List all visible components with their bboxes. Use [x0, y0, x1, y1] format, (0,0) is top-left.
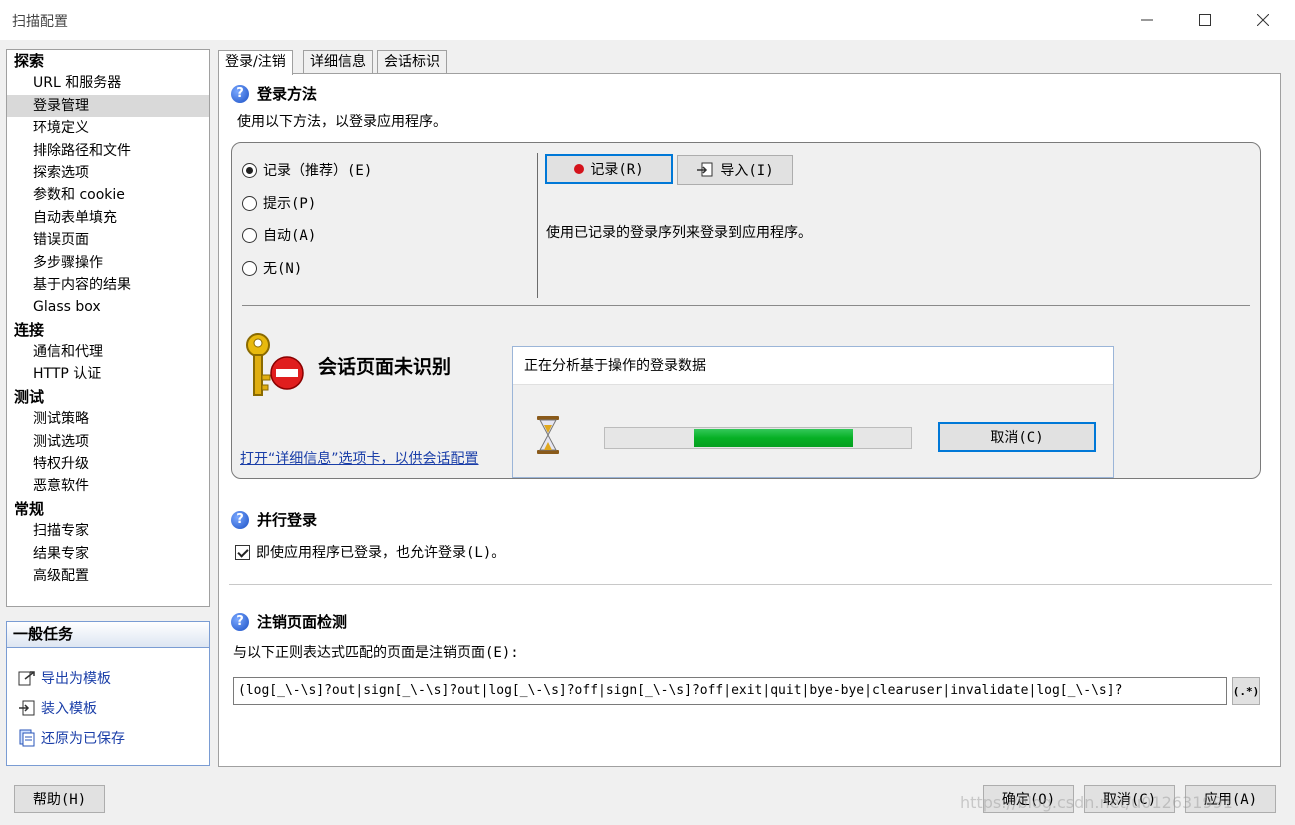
- dialog-cancel-label: 取消(C): [990, 430, 1044, 446]
- dialog-cancel-button[interactable]: 取消(C): [938, 422, 1096, 452]
- restore-saved-label: 还原为已保存: [41, 731, 125, 747]
- key-warning-icon: [246, 333, 304, 396]
- sidebar-item[interactable]: 扫描专家: [7, 520, 209, 542]
- sidebar-item[interactable]: 排除路径和文件: [7, 140, 209, 162]
- sidebar-item[interactable]: 错误页面: [7, 229, 209, 251]
- radio-auto[interactable]: 自动(A): [242, 225, 316, 245]
- progress-fill: [693, 429, 853, 447]
- import-button[interactable]: 导入(I): [677, 155, 793, 185]
- parallel-login-title: 并行登录: [257, 511, 318, 529]
- section-divider: [229, 584, 1272, 585]
- sidebar-item[interactable]: 探索选项: [7, 162, 209, 184]
- export-template-label: 导出为模板: [41, 671, 111, 687]
- parallel-login-heading: ? 并行登录: [231, 509, 317, 530]
- login-method-desc: 使用以下方法，以登录应用程序。: [237, 114, 447, 130]
- watermark: https://blog.csdn.net/u012631991: [960, 793, 1233, 812]
- logout-regex-desc: 与以下正则表达式匹配的页面是注销页面(E):: [233, 645, 519, 661]
- close-icon: [1257, 14, 1269, 26]
- nav-group-heading: 测试: [14, 387, 45, 406]
- close-button[interactable]: [1234, 0, 1292, 40]
- sidebar-item[interactable]: 恶意软件: [7, 475, 209, 497]
- minimize-icon: [1141, 19, 1153, 21]
- sidebar-item[interactable]: 参数和 cookie: [7, 184, 209, 206]
- help-icon[interactable]: ?: [231, 84, 249, 103]
- allow-login-label: 即使应用程序已登录，也允许登录(L)。: [256, 545, 506, 561]
- radio-none[interactable]: 无(N): [242, 258, 302, 278]
- dialog-title: 正在分析基于操作的登录数据: [513, 347, 1113, 385]
- help-icon[interactable]: ?: [231, 510, 249, 529]
- tab-login-logout[interactable]: 登录/注销: [218, 50, 293, 75]
- sidebar-item[interactable]: URL 和服务器: [7, 72, 209, 94]
- load-icon: [19, 700, 35, 716]
- sidebar-item[interactable]: 测试策略: [7, 408, 209, 430]
- minimize-button[interactable]: [1118, 0, 1176, 40]
- settings-nav: 探索 URL 和服务器 登录管理 环境定义 排除路径和文件 探索选项 参数和 cookie 自…: [6, 49, 210, 607]
- general-tasks-panel: 一般任务 导出为模板 装入模板 还原为已保存: [6, 621, 210, 766]
- login-method-heading: ? 登录方法: [231, 83, 317, 104]
- restore-saved-link[interactable]: 还原为已保存: [17, 726, 125, 750]
- logout-detection-heading: ? 注销页面检测: [231, 611, 347, 632]
- export-template-link[interactable]: 导出为模板: [17, 666, 111, 690]
- window-title: 扫描配置: [12, 14, 68, 30]
- nav-group-heading: 探索: [14, 52, 45, 70]
- record-button[interactable]: 记录(R): [545, 154, 673, 184]
- radio-circle: [242, 195, 257, 211]
- nav-group-heading: 常规: [14, 499, 45, 518]
- load-template-label: 装入模板: [41, 701, 97, 717]
- sidebar-item[interactable]: 多步骤操作: [7, 252, 209, 274]
- sidebar-item[interactable]: 环境定义: [7, 117, 209, 139]
- sidebar-item[interactable]: HTTP 认证: [7, 363, 209, 385]
- horizontal-divider: [242, 305, 1250, 306]
- vertical-divider: [537, 153, 538, 298]
- sidebar-item[interactable]: 测试选项: [7, 431, 209, 453]
- checkbox-box: [235, 544, 250, 560]
- details-tab-link[interactable]: 打开“详细信息”选项卡，以供会话配置: [240, 448, 514, 468]
- sidebar-item[interactable]: 基于内容的结果: [7, 274, 209, 296]
- regex-builder-button[interactable]: (.*): [1232, 677, 1260, 705]
- sidebar-item[interactable]: 登录管理: [7, 94, 209, 118]
- sidebar-item[interactable]: 特权升级: [7, 453, 209, 475]
- restore-icon: [19, 729, 35, 747]
- export-icon: [18, 671, 35, 686]
- sidebar-item[interactable]: 通信和代理: [7, 341, 209, 363]
- progress-dialog: 正在分析基于操作的登录数据 取消(C): [512, 346, 1114, 478]
- record-description: 使用已记录的登录序列来登录到应用程序。: [546, 225, 812, 241]
- maximize-icon: [1199, 14, 1211, 26]
- title-bar: 扫描配置: [0, 0, 1295, 40]
- record-button-label: 记录(R): [590, 162, 644, 178]
- load-template-link[interactable]: 装入模板: [17, 696, 97, 720]
- tasks-title: 一般任务: [7, 622, 209, 648]
- session-status: 会话页面未识别: [318, 356, 452, 378]
- radio-circle: [242, 260, 257, 276]
- logout-detection-title: 注销页面检测: [257, 613, 348, 631]
- radio-prompt-label: 提示(P): [263, 196, 317, 212]
- nav-group-heading: 连接: [14, 320, 45, 339]
- tab-session-id[interactable]: 会话标识: [377, 50, 447, 74]
- radio-circle: [242, 162, 257, 178]
- help-icon[interactable]: ?: [231, 612, 249, 631]
- help-button[interactable]: 帮助(H): [14, 785, 105, 813]
- progress-bar: [604, 427, 912, 449]
- logout-regex-input[interactable]: (log[_\-\s]?out|sign[_\-\s]?out|log[_\-\…: [233, 677, 1227, 705]
- radio-record-label: 记录（推荐）(E): [263, 163, 373, 179]
- sidebar-item[interactable]: 高级配置: [7, 565, 209, 587]
- radio-record[interactable]: 记录（推荐）(E): [242, 160, 372, 180]
- login-method-title: 登录方法: [257, 85, 318, 103]
- allow-login-checkbox[interactable]: 即使应用程序已登录，也允许登录(L)。: [235, 542, 505, 562]
- record-icon: [574, 164, 585, 174]
- radio-circle: [242, 227, 257, 243]
- sidebar-item[interactable]: 自动表单填充: [7, 207, 209, 229]
- radio-none-label: 无(N): [263, 261, 303, 277]
- tab-details[interactable]: 详细信息: [303, 50, 373, 74]
- sidebar-item[interactable]: Glass box: [7, 296, 209, 318]
- radio-prompt[interactable]: 提示(P): [242, 193, 316, 213]
- import-button-label: 导入(I): [720, 163, 774, 179]
- radio-auto-label: 自动(A): [263, 228, 317, 244]
- maximize-button[interactable]: [1176, 0, 1234, 40]
- hourglass-icon: [537, 416, 559, 454]
- import-icon: [697, 162, 713, 177]
- sidebar-item[interactable]: 结果专家: [7, 543, 209, 565]
